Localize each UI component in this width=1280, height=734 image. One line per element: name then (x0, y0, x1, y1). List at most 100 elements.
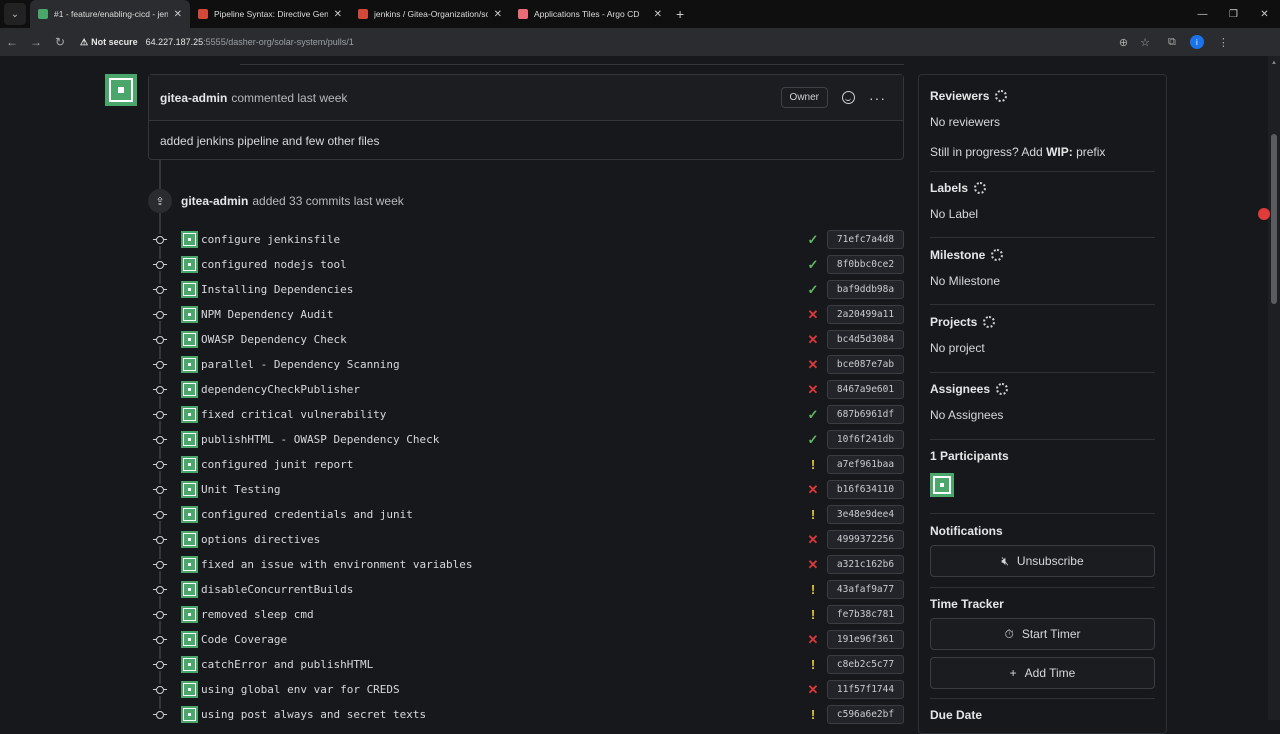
push-author[interactable]: gitea-admin (181, 194, 248, 208)
close-tab-icon[interactable]: ✕ (334, 9, 342, 20)
commit-author-avatar[interactable] (181, 281, 198, 298)
commit-author-avatar[interactable] (181, 656, 198, 673)
ci-status-warning-icon[interactable]: ! (805, 657, 821, 672)
commit-author-avatar[interactable] (181, 681, 198, 698)
ci-status-warning-icon[interactable]: ! (805, 582, 821, 597)
wip-prefix-link[interactable]: WIP: (1046, 145, 1073, 159)
commit-sha-button[interactable]: a321c162b6 (827, 555, 904, 574)
commit-author-avatar[interactable] (181, 306, 198, 323)
browser-tab[interactable]: #1 - feature/enabling-cicd - jen ✕ (30, 0, 190, 28)
commit-sha-button[interactable]: c596a6e2bf (827, 705, 904, 724)
close-window-icon[interactable]: ✕ (1249, 9, 1280, 20)
assignees-gear-icon[interactable] (996, 383, 1009, 395)
milestone-gear-icon[interactable] (991, 249, 1004, 261)
reviewers-gear-icon[interactable] (995, 90, 1008, 102)
ci-status-warning-icon[interactable]: ! (805, 607, 821, 622)
commit-message[interactable]: fixed an issue with environment variable… (201, 558, 473, 571)
minimize-icon[interactable]: — (1187, 9, 1218, 20)
commit-author-avatar[interactable] (181, 331, 198, 348)
close-tab-icon[interactable]: ✕ (494, 9, 502, 20)
commit-sha-button[interactable]: b16f634110 (827, 480, 904, 499)
commit-author-avatar[interactable] (181, 406, 198, 423)
forward-icon[interactable]: → (24, 35, 48, 49)
commit-message[interactable]: using global env var for CREDS (201, 683, 400, 696)
commit-sha-button[interactable]: 687b6961df (827, 405, 904, 424)
scrollbar-thumb[interactable] (1271, 134, 1277, 304)
zoom-icon[interactable]: ⊕ (1119, 36, 1128, 49)
ci-status-failure-icon[interactable]: ✕ (805, 632, 821, 648)
commit-message[interactable]: Unit Testing (201, 483, 280, 496)
projects-gear-icon[interactable] (983, 316, 996, 328)
commit-author-avatar[interactable] (181, 356, 198, 373)
commit-sha-button[interactable]: 43afaf9a77 (827, 580, 904, 599)
extensions-icon[interactable]: ⧉ (1168, 36, 1176, 49)
commit-message[interactable]: using post always and secret texts (201, 708, 426, 721)
commit-sha-button[interactable]: 11f57f1744 (827, 680, 904, 699)
tab-search-menu-icon[interactable]: ⌄ (4, 3, 26, 25)
commit-sha-button[interactable]: 8467a9e601 (827, 380, 904, 399)
browser-tab[interactable]: Applications Tiles - Argo CD ✕ (510, 0, 670, 28)
restore-icon[interactable]: ❐ (1218, 9, 1249, 20)
commit-author-avatar[interactable] (181, 481, 198, 498)
commit-author-avatar[interactable] (181, 606, 198, 623)
commit-sha-button[interactable]: 191e96f361 (827, 630, 904, 649)
commit-author-avatar[interactable] (181, 256, 198, 273)
comment-author[interactable]: gitea-admin (160, 91, 227, 105)
commit-message[interactable]: publishHTML - OWASP Dependency Check (201, 433, 439, 446)
commit-sha-button[interactable]: a7ef961baa (827, 455, 904, 474)
commit-message[interactable]: configured nodejs tool (201, 258, 347, 271)
commit-author-avatar[interactable] (181, 556, 198, 573)
commit-message[interactable]: options directives (201, 533, 320, 546)
commit-sha-button[interactable]: c8eb2c5c77 (827, 655, 904, 674)
ci-status-success-icon[interactable]: ✓ (805, 232, 821, 248)
ci-status-success-icon[interactable]: ✓ (805, 432, 821, 448)
add-time-button[interactable]: + Add Time (930, 657, 1155, 689)
commit-sha-button[interactable]: 8f0bbc0ce2 (827, 255, 904, 274)
commit-sha-button[interactable]: 10f6f241db (827, 430, 904, 449)
commit-author-avatar[interactable] (181, 381, 198, 398)
commit-sha-button[interactable]: 2a20499a11 (827, 305, 904, 324)
ci-status-failure-icon[interactable]: ✕ (805, 332, 821, 348)
address-bar[interactable]: ⚠ Not secure 64.227.187.25 :5555/dasher-… (80, 31, 1160, 53)
commit-message[interactable]: fixed critical vulnerability (201, 408, 386, 421)
security-indicator[interactable]: ⚠ Not secure (80, 37, 146, 48)
commit-message[interactable]: dependencyCheckPublisher (201, 383, 360, 396)
commit-sha-button[interactable]: baf9ddb98a (827, 280, 904, 299)
ci-status-warning-icon[interactable]: ! (805, 457, 821, 472)
browser-menu-icon[interactable]: ⋮ (1218, 36, 1229, 49)
commit-author-avatar[interactable] (181, 581, 198, 598)
commit-message[interactable]: configured credentials and junit (201, 508, 413, 521)
ci-status-failure-icon[interactable]: ✕ (805, 382, 821, 398)
commit-author-avatar[interactable] (181, 531, 198, 548)
commit-message[interactable]: configure jenkinsfile (201, 233, 340, 246)
ci-status-failure-icon[interactable]: ✕ (805, 307, 821, 323)
commit-message[interactable]: Code Coverage (201, 633, 287, 646)
page-scrollbar[interactable]: ▲ (1268, 56, 1280, 720)
ci-status-success-icon[interactable]: ✓ (805, 407, 821, 423)
more-options-icon[interactable]: ··· (869, 90, 886, 106)
close-tab-icon[interactable]: ✕ (654, 9, 662, 20)
profile-avatar[interactable]: i (1189, 35, 1204, 49)
commit-author-avatar[interactable] (181, 231, 198, 248)
back-icon[interactable]: ← (0, 35, 24, 49)
commit-author-avatar[interactable] (181, 456, 198, 473)
commit-message[interactable]: parallel - Dependency Scanning (201, 358, 400, 371)
browser-tab[interactable]: Pipeline Syntax: Directive Gene ✕ (190, 0, 350, 28)
ci-status-failure-icon[interactable]: ✕ (805, 482, 821, 498)
reload-icon[interactable]: ↻ (48, 35, 72, 49)
participant-avatar[interactable] (930, 473, 954, 497)
bookmark-star-icon[interactable]: ☆ (1140, 36, 1150, 49)
new-tab-button[interactable]: + (676, 6, 684, 22)
ci-status-success-icon[interactable]: ✓ (805, 257, 821, 273)
commit-sha-button[interactable]: bc4d5d3084 (827, 330, 904, 349)
close-tab-icon[interactable]: ✕ (174, 9, 182, 20)
browser-tab[interactable]: jenkins / Gitea-Organization/so ✕ (350, 0, 510, 28)
labels-gear-icon[interactable] (974, 182, 987, 194)
commit-author-avatar[interactable] (181, 506, 198, 523)
ci-status-warning-icon[interactable]: ! (805, 507, 821, 522)
commit-message[interactable]: NPM Dependency Audit (201, 308, 333, 321)
ci-status-success-icon[interactable]: ✓ (805, 282, 821, 298)
commit-author-avatar[interactable] (181, 431, 198, 448)
ci-status-failure-icon[interactable]: ✕ (805, 532, 821, 548)
commit-message[interactable]: OWASP Dependency Check (201, 333, 347, 346)
